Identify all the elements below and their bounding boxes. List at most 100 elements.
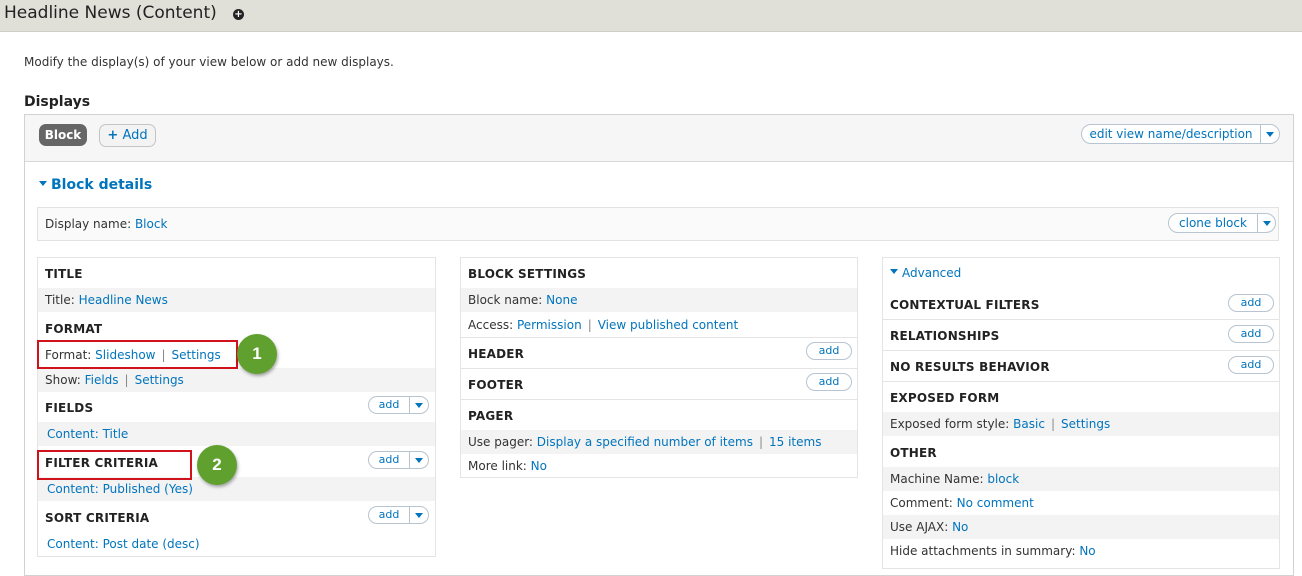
title-link[interactable]: Headline News [79,293,168,307]
displays-heading: Displays [24,94,91,110]
contextual-add-button[interactable]: add [1228,294,1274,312]
divider [883,381,1279,382]
intro-text: Modify the display(s) of your view below… [24,55,394,69]
display-name-label: Display name: [45,217,132,231]
fields-row-text: Content: Title [47,427,128,441]
show-row: Show: Fields | Settings [38,368,435,392]
access-label: Access: [468,318,514,332]
add-shortcut-icon[interactable]: + [233,9,244,20]
contextual-filters-heading: CONTEXTUAL FILTERS [890,298,1040,312]
filter-row-text: Content: Published (Yes) [47,482,193,496]
filter-row: Content: Published (Yes) [38,477,435,501]
title-row: Title: Headline News [38,288,435,312]
access-permission-link[interactable]: Permission [517,318,582,332]
dropdown-divider [1260,125,1261,143]
advanced-toggle[interactable]: Advanced [890,266,961,280]
fields-add-dropdown[interactable]: add [368,396,429,414]
step-badge-1: 1 [237,334,277,374]
no-results-heading: NO RESULTS BEHAVIOR [890,360,1050,374]
use-ajax-link[interactable]: No [952,520,968,534]
triangle-down-icon [39,180,47,186]
block-name-text: Block name: None [468,293,577,307]
fields-section-heading: FIELDS [45,401,94,415]
chevron-down-icon[interactable] [415,513,423,518]
comment-label: Comment: [890,496,953,510]
filter-highlight-box [37,450,192,480]
show-row-text: Show: Fields | Settings [45,373,184,387]
no-results-add-button[interactable]: add [1228,356,1274,374]
block-name-link[interactable]: None [546,293,577,307]
use-pager-row: Use pager: Display a specified number of… [461,430,857,454]
show-label: Show: [45,373,81,387]
left-column: TITLE Title: Headline News FORMAT Format… [37,257,436,557]
machine-name-row: Machine Name: block [883,467,1279,491]
sort-add-dropdown[interactable]: add [368,506,429,524]
use-pager-text: Use pager: Display a specified number of… [468,435,821,449]
filter-add-dropdown[interactable]: add [368,451,429,469]
access-view-published-link[interactable]: View published content [598,318,738,332]
relationships-add-button[interactable]: add [1228,325,1274,343]
clone-block-label[interactable]: clone block [1169,214,1257,232]
chevron-down-icon[interactable] [415,458,423,463]
separator: | [587,318,592,332]
filter-add-label[interactable]: add [369,452,409,468]
format-highlight-box [37,340,238,369]
block-details-label: Block details [51,177,153,193]
show-settings-link[interactable]: Settings [135,373,184,387]
separator: | [124,373,129,387]
footer-section-heading: FOOTER [468,378,524,392]
machine-name-link[interactable]: block [987,472,1019,486]
step-badge-2: 2 [197,445,237,485]
exposed-form-heading: EXPOSED FORM [890,391,1000,405]
dropdown-divider [409,507,410,523]
page-header: Headline News (Content) + [0,0,1302,32]
fields-add-label[interactable]: add [369,397,409,413]
more-link-link[interactable]: No [531,459,547,473]
pager-section-heading: PAGER [468,409,514,423]
exposed-settings-link[interactable]: Settings [1061,417,1110,431]
triangle-down-icon [890,269,898,274]
sort-add-label[interactable]: add [369,507,409,523]
display-tabs-bar: Block + Add edit view name/description [25,115,1293,162]
header-add-button[interactable]: add [806,342,852,360]
sort-post-date-link[interactable]: Content: Post date (desc) [47,537,200,551]
access-row-text: Access: Permission | View published conten… [468,318,738,332]
block-details-toggle[interactable]: Block details [39,177,152,193]
use-ajax-row: Use AJAX: No [883,515,1279,539]
more-link-row: More link: No [461,454,857,478]
separator: | [1050,417,1055,431]
exposed-basic-link[interactable]: Basic [1013,417,1045,431]
comment-link[interactable]: No comment [957,496,1034,510]
chevron-down-icon[interactable] [415,403,423,408]
field-content-title-link[interactable]: Content: Title [47,427,128,441]
format-section-heading: FORMAT [45,322,103,336]
use-ajax-text: Use AJAX: No [890,520,968,534]
show-fields-link[interactable]: Fields [85,373,119,387]
display-name-text: Display name: Block [45,217,167,231]
pager-items-link[interactable]: 15 items [769,435,821,449]
chevron-down-icon[interactable] [1266,132,1274,137]
clone-block-dropdown[interactable]: clone block [1168,213,1276,233]
use-ajax-label: Use AJAX: [890,520,949,534]
separator: | [758,435,764,449]
plus-icon: + [107,128,119,143]
display-name-row: Display name: Block clone block [37,207,1279,241]
use-pager-link[interactable]: Display a specified number of items [537,435,753,449]
display-name-link[interactable]: Block [135,217,167,231]
filter-published-link[interactable]: Content: Published (Yes) [47,482,193,496]
use-pager-label: Use pager: [468,435,533,449]
edit-view-dropdown[interactable]: edit view name/description [1081,124,1280,144]
divider [461,337,857,338]
footer-add-button[interactable]: add [806,373,852,391]
sort-row-text: Content: Post date (desc) [47,537,200,551]
chevron-down-icon[interactable] [1263,221,1271,226]
machine-name-label: Machine Name: [890,472,984,486]
sort-criteria-heading: SORT CRITERIA [45,511,150,525]
tab-block[interactable]: Block [39,124,87,146]
block-name-row: Block name: None [461,288,857,312]
edit-view-label[interactable]: edit view name/description [1082,125,1260,143]
exposed-style-row: Exposed form style: Basic | Settings [883,412,1279,436]
divider [461,399,857,400]
hide-attachments-link[interactable]: No [1079,544,1095,558]
add-display-button[interactable]: + Add [99,124,156,147]
